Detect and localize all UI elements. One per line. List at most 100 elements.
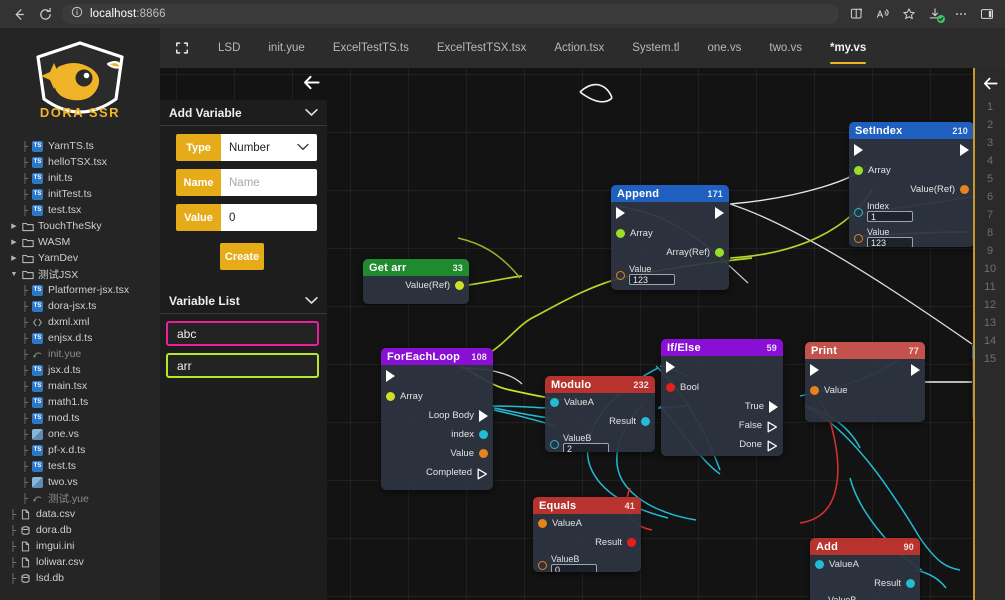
tree-item-TouchTheSky[interactable]: ▶TouchTheSky [0,218,160,234]
split-screen-icon[interactable] [845,2,869,26]
inline-field-input[interactable]: 123 [629,274,675,285]
tree-item-dxml.xml[interactable]: ├dxml.xml [0,314,160,330]
tree-item-WASM[interactable]: ▶WASM [0,234,160,250]
tree-item-mod.ts[interactable]: ├TSmod.ts [0,410,160,426]
tree-item-data.csv[interactable]: ├data.csv [0,506,160,522]
data-port-ring[interactable] [550,440,559,449]
more-options-icon[interactable] [949,2,973,26]
exec-port-triangle[interactable] [479,410,488,422]
value-input[interactable]: 0 [221,204,317,231]
exec-in-port[interactable] [810,364,819,376]
tree-item-dora.db[interactable]: ├dora.db [0,522,160,538]
port-in-Bool[interactable]: Bool [661,378,783,397]
visual-script-canvas[interactable]: SetIndex210ArrayValue(Ref)Index1Value123… [160,68,1005,600]
chevron-right-icon[interactable]: ▶ [8,238,20,246]
tree-item-test.ts[interactable]: ├TStest.ts [0,458,160,474]
inline-field-ValueB[interactable]: ValueB0 [533,552,641,572]
chevron-down-icon[interactable]: ▼ [8,271,20,278]
tree-item-test.tsx[interactable]: ├TStest.tsx [0,202,160,218]
exec-out-port[interactable] [911,364,920,376]
data-port-ring[interactable] [616,271,625,280]
port-in-ValueA[interactable]: ValueA [810,555,920,574]
chevron-down-icon[interactable] [305,294,318,308]
back-arrow-icon[interactable] [6,2,32,26]
data-port-dot[interactable] [616,229,625,238]
port-out-Done[interactable]: Done [661,435,783,454]
browser-sidebar-icon[interactable] [975,2,999,26]
chevron-down-icon[interactable] [297,142,309,154]
node-print[interactable]: Print77Value [805,342,925,422]
data-port-dot[interactable] [960,185,969,194]
data-port-dot[interactable] [641,417,650,426]
exec-port-triangle-hollow[interactable] [477,467,488,479]
inline-field-input[interactable]: 123 [867,237,913,247]
tab-one.vs[interactable]: one.vs [694,28,756,68]
fullscreen-icon[interactable] [160,28,204,68]
add-variable-header[interactable]: Add Variable [160,100,327,126]
data-port-dot[interactable] [550,398,559,407]
port-out-False[interactable]: False [661,416,783,435]
type-field-row[interactable]: Type Number [176,134,317,161]
tree-item-init.yue[interactable]: ├init.yue [0,346,160,362]
inline-field-Value[interactable]: Value123 [849,225,974,247]
tree-item-init.ts[interactable]: ├TSinit.ts [0,170,160,186]
tree-item-initTest.ts[interactable]: ├TSinitTest.ts [0,186,160,202]
tree-item-imgui.ini[interactable]: ├imgui.ini [0,538,160,554]
tree-item-helloTSX.tsx[interactable]: ├TShelloTSX.tsx [0,154,160,170]
tab-ExcelTestTS.ts[interactable]: ExcelTestTS.ts [319,28,423,68]
inline-field-Index[interactable]: Index1 [849,199,974,225]
reload-icon[interactable] [32,2,58,26]
data-port-dot[interactable] [854,166,863,175]
port-out-Result[interactable]: Result [810,574,920,593]
exec-out-port[interactable] [715,207,724,219]
downloads-icon[interactable] [923,2,947,26]
tree-item-main.tsx[interactable]: ├TSmain.tsx [0,378,160,394]
inline-field-input[interactable]: 2 [563,443,609,452]
port-out-True[interactable]: True [661,397,783,416]
node-equals[interactable]: Equals41ValueAResultValueB0 [533,497,641,572]
port-in-ValueA[interactable]: ValueA [533,514,641,533]
tree-item-math1.ts[interactable]: ├TSmath1.ts [0,394,160,410]
chevron-down-icon[interactable] [305,106,318,120]
back-arrow-icon[interactable] [975,68,1005,98]
tab-my.vs[interactable]: *my.vs [816,28,880,68]
variable-list-header[interactable]: Variable List [160,288,327,314]
info-circle-icon[interactable] [71,5,83,23]
variable-item-abc[interactable]: abc [166,321,319,346]
node-foreach[interactable]: ForEachLoop108ArrayLoop BodyindexValueCo… [381,348,493,490]
variable-item-arr[interactable]: arr [166,353,319,378]
tree-item-two.vs[interactable]: ├two.vs [0,474,160,490]
node-setindex[interactable]: SetIndex210ArrayValue(Ref)Index1Value123 [849,122,974,247]
data-port-dot[interactable] [815,560,824,569]
data-port-dot[interactable] [906,579,915,588]
inline-field-input[interactable]: 1 [867,211,913,222]
port-out-Value(Ref)[interactable]: Value(Ref) [849,180,974,199]
exec-out-port[interactable] [960,144,969,156]
exec-in-port[interactable] [386,370,395,382]
data-port-dot[interactable] [479,449,488,458]
port-in-Array[interactable]: Array [611,224,729,243]
tree-item-loliwar.csv[interactable]: ├loliwar.csv [0,554,160,570]
exec-port-triangle-hollow[interactable] [767,439,778,451]
inline-field-Value[interactable]: Value123 [611,262,729,288]
data-port-ring[interactable] [854,208,863,217]
name-input[interactable]: Name [221,169,317,196]
data-port-dot[interactable] [386,392,395,401]
value-field-row[interactable]: Value 0 [176,204,317,231]
node-getarr[interactable]: Get arr33Value(Ref) [363,259,469,304]
data-port-dot[interactable] [810,386,819,395]
address-bar[interactable]: localhost:8866 [62,4,839,24]
tab-LSD[interactable]: LSD [204,28,254,68]
chevron-right-icon[interactable]: ▶ [8,222,20,230]
exec-in-port[interactable] [854,144,863,156]
data-port-dot[interactable] [479,430,488,439]
tab-two.vs[interactable]: two.vs [755,28,816,68]
data-port-dot[interactable] [715,248,724,257]
port-out-Value(Ref)[interactable]: Value(Ref) [363,276,469,295]
port-in-Value[interactable]: Value [805,381,925,400]
data-port-dot[interactable] [666,383,675,392]
tree-item-pf-x.d.ts[interactable]: ├TSpf-x.d.ts [0,442,160,458]
name-field-row[interactable]: Name Name [176,169,317,196]
tree-item-JSX[interactable]: ▼测试JSX [0,266,160,282]
data-port-dot[interactable] [455,281,464,290]
